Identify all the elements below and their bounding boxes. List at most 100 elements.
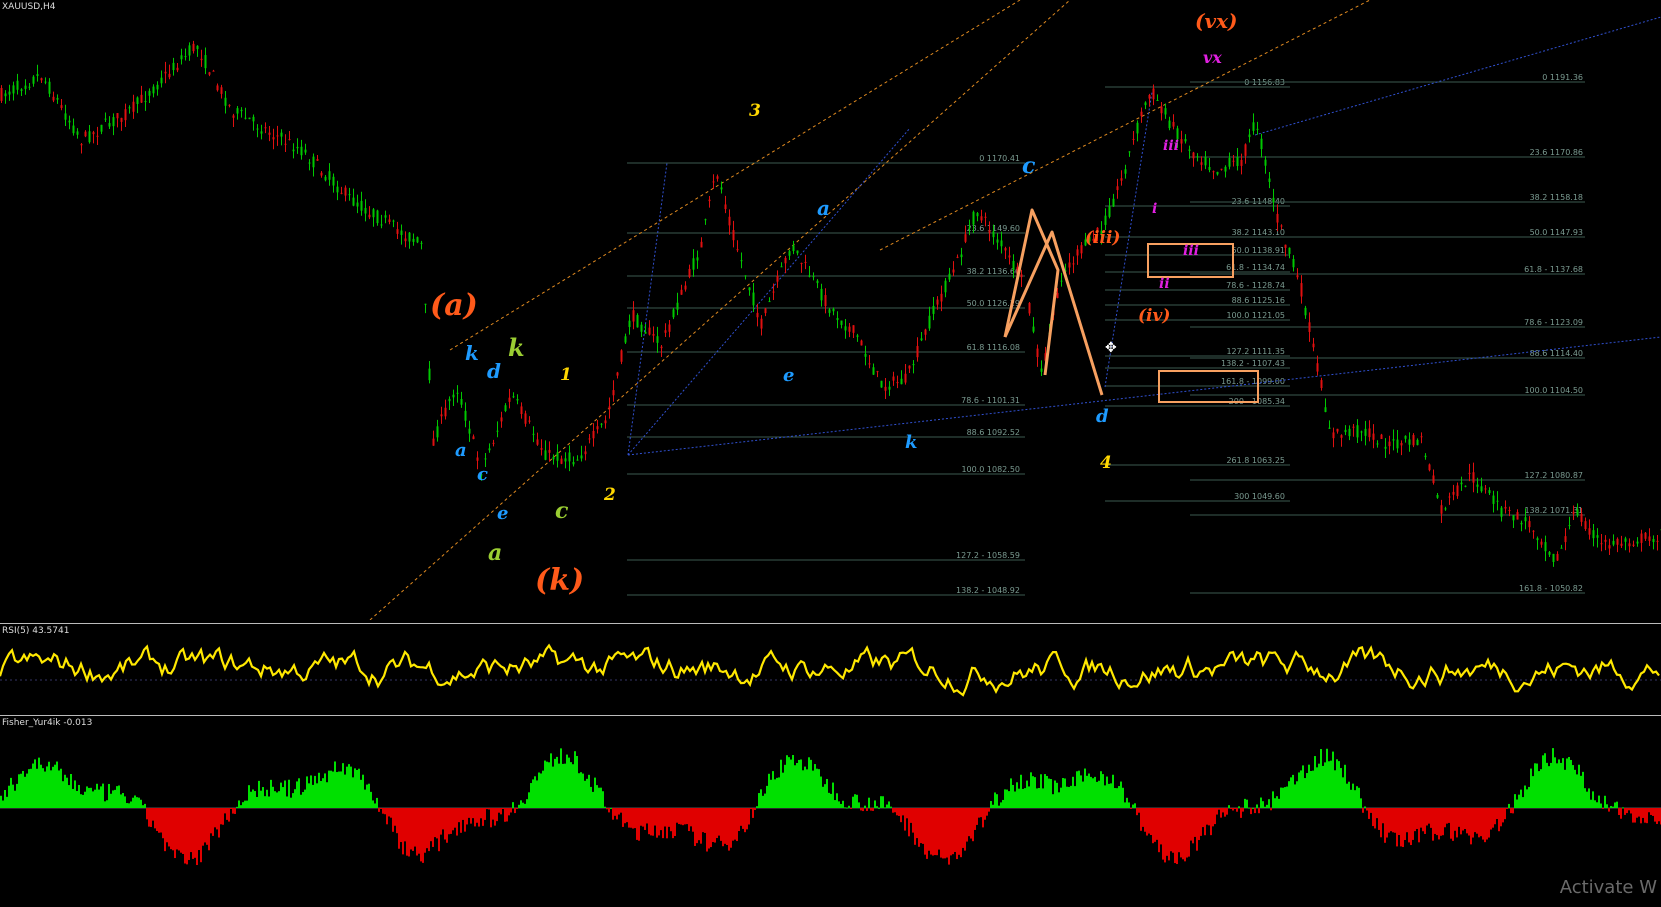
candle-body bbox=[200, 58, 203, 61]
candle-body bbox=[1548, 551, 1551, 555]
fisher-bar bbox=[1444, 808, 1446, 828]
price-chart[interactable]: 0 1170.4123.6 1149.6038.2 1136.6650.0 11… bbox=[0, 0, 1661, 620]
fisher-bar bbox=[884, 807, 886, 809]
fisher-bar bbox=[334, 761, 336, 808]
fisher-bar bbox=[1500, 808, 1502, 827]
fib-level-label: 138.2 - 1107.43 bbox=[1221, 359, 1285, 368]
fisher-bar bbox=[282, 787, 284, 808]
fisher-bar bbox=[1564, 769, 1566, 808]
fisher-bar bbox=[1054, 780, 1056, 808]
fisher-bar bbox=[928, 808, 930, 851]
fisher-bar bbox=[222, 808, 224, 825]
fisher-bar bbox=[630, 808, 632, 828]
candle-body bbox=[12, 85, 15, 94]
fisher-bar bbox=[1102, 774, 1104, 808]
candle-body bbox=[632, 310, 635, 322]
fisher-bar bbox=[1422, 808, 1424, 832]
candle-body bbox=[1256, 128, 1259, 130]
candle-body bbox=[1280, 225, 1283, 227]
fisher-bar bbox=[1350, 789, 1352, 808]
candle-body bbox=[452, 394, 455, 398]
fisher-bar bbox=[306, 776, 308, 808]
candle-body bbox=[1160, 106, 1163, 114]
fisher-bar bbox=[100, 786, 102, 808]
fisher-bar bbox=[516, 808, 518, 809]
fisher-bar bbox=[722, 808, 724, 847]
fisher-bar bbox=[500, 808, 502, 815]
candle-body bbox=[1496, 500, 1499, 502]
fisher-pane[interactable]: Fisher_Yur4ik -0.013 Activate W bbox=[0, 715, 1661, 898]
wave-label: a bbox=[817, 196, 830, 220]
candle-body bbox=[76, 131, 79, 135]
fisher-bar bbox=[1294, 784, 1296, 808]
activate-windows-watermark: Activate W bbox=[1559, 877, 1657, 898]
fib-level-label: 61.8 - 1134.74 bbox=[1226, 263, 1285, 272]
fisher-bar bbox=[1206, 808, 1208, 825]
candle-body bbox=[288, 139, 291, 141]
candle-body bbox=[132, 101, 135, 112]
candle-body bbox=[1528, 521, 1531, 528]
fisher-bar bbox=[1232, 808, 1234, 811]
fisher-bar bbox=[924, 808, 926, 855]
candle-body bbox=[920, 338, 923, 341]
candle-body bbox=[1388, 441, 1391, 447]
channel-upper-line bbox=[879, 0, 1371, 251]
candle-body bbox=[1596, 535, 1599, 538]
candle-body bbox=[700, 241, 703, 248]
candle-body bbox=[152, 86, 155, 94]
crosshair-cursor-icon: ✥ bbox=[1105, 340, 1117, 356]
fisher-bar bbox=[624, 808, 626, 824]
fisher-bar bbox=[146, 808, 148, 820]
candle-body bbox=[904, 373, 907, 383]
candle-body bbox=[536, 439, 539, 445]
candle-body bbox=[1200, 162, 1203, 165]
fisher-bar bbox=[78, 784, 80, 808]
candle-body bbox=[372, 209, 375, 218]
fisher-bar bbox=[432, 808, 434, 847]
fisher-bar bbox=[704, 808, 706, 833]
fisher-bar bbox=[62, 781, 64, 808]
candle-body bbox=[420, 242, 423, 244]
fisher-bar bbox=[664, 808, 666, 827]
fisher-bar bbox=[974, 808, 976, 830]
fisher-bar bbox=[1572, 765, 1574, 808]
candle-body bbox=[108, 123, 111, 127]
rsi-chart[interactable] bbox=[0, 624, 1661, 714]
candle-body bbox=[324, 176, 327, 181]
candle-body bbox=[724, 204, 727, 210]
fisher-bar bbox=[806, 769, 808, 808]
fisher-bar bbox=[458, 808, 460, 823]
fisher-bar bbox=[860, 808, 862, 811]
candle-body bbox=[1484, 488, 1487, 490]
candle-body bbox=[124, 109, 127, 121]
fisher-bar bbox=[1052, 794, 1054, 808]
rsi-pane[interactable]: RSI(5) 43.5741 bbox=[0, 623, 1661, 714]
fisher-bar bbox=[1522, 797, 1524, 808]
candle-body bbox=[1112, 198, 1115, 207]
fisher-bar bbox=[680, 808, 682, 825]
fisher-bar bbox=[1044, 774, 1046, 808]
fisher-bar bbox=[470, 808, 472, 824]
fisher-bar bbox=[246, 800, 248, 808]
fisher-bar bbox=[136, 797, 138, 808]
fisher-bar bbox=[198, 808, 200, 851]
fib-level-label: 50.0 1147.93 bbox=[1530, 228, 1583, 237]
candle-body bbox=[960, 254, 963, 258]
fisher-bar bbox=[408, 808, 410, 857]
fisher-bar bbox=[1620, 808, 1622, 819]
fisher-bar bbox=[1514, 794, 1516, 808]
candle-body bbox=[776, 276, 779, 282]
candle-body bbox=[796, 250, 799, 254]
fisher-bar bbox=[852, 796, 854, 808]
fisher-bar bbox=[304, 789, 306, 808]
fisher-bar bbox=[768, 773, 770, 808]
price-chart-pane[interactable]: 0 1170.41 23.6 1149.60 38.2 1136.66 50.0 11… bbox=[0, 0, 1661, 620]
fisher-bar bbox=[1326, 748, 1328, 808]
fisher-bar bbox=[392, 808, 394, 832]
fisher-bar bbox=[1020, 774, 1022, 808]
fisher-bar bbox=[1606, 804, 1608, 808]
fisher-bar bbox=[256, 796, 258, 808]
fisher-chart[interactable] bbox=[0, 716, 1661, 898]
candle-body bbox=[932, 305, 935, 314]
fisher-bar bbox=[1068, 786, 1070, 808]
